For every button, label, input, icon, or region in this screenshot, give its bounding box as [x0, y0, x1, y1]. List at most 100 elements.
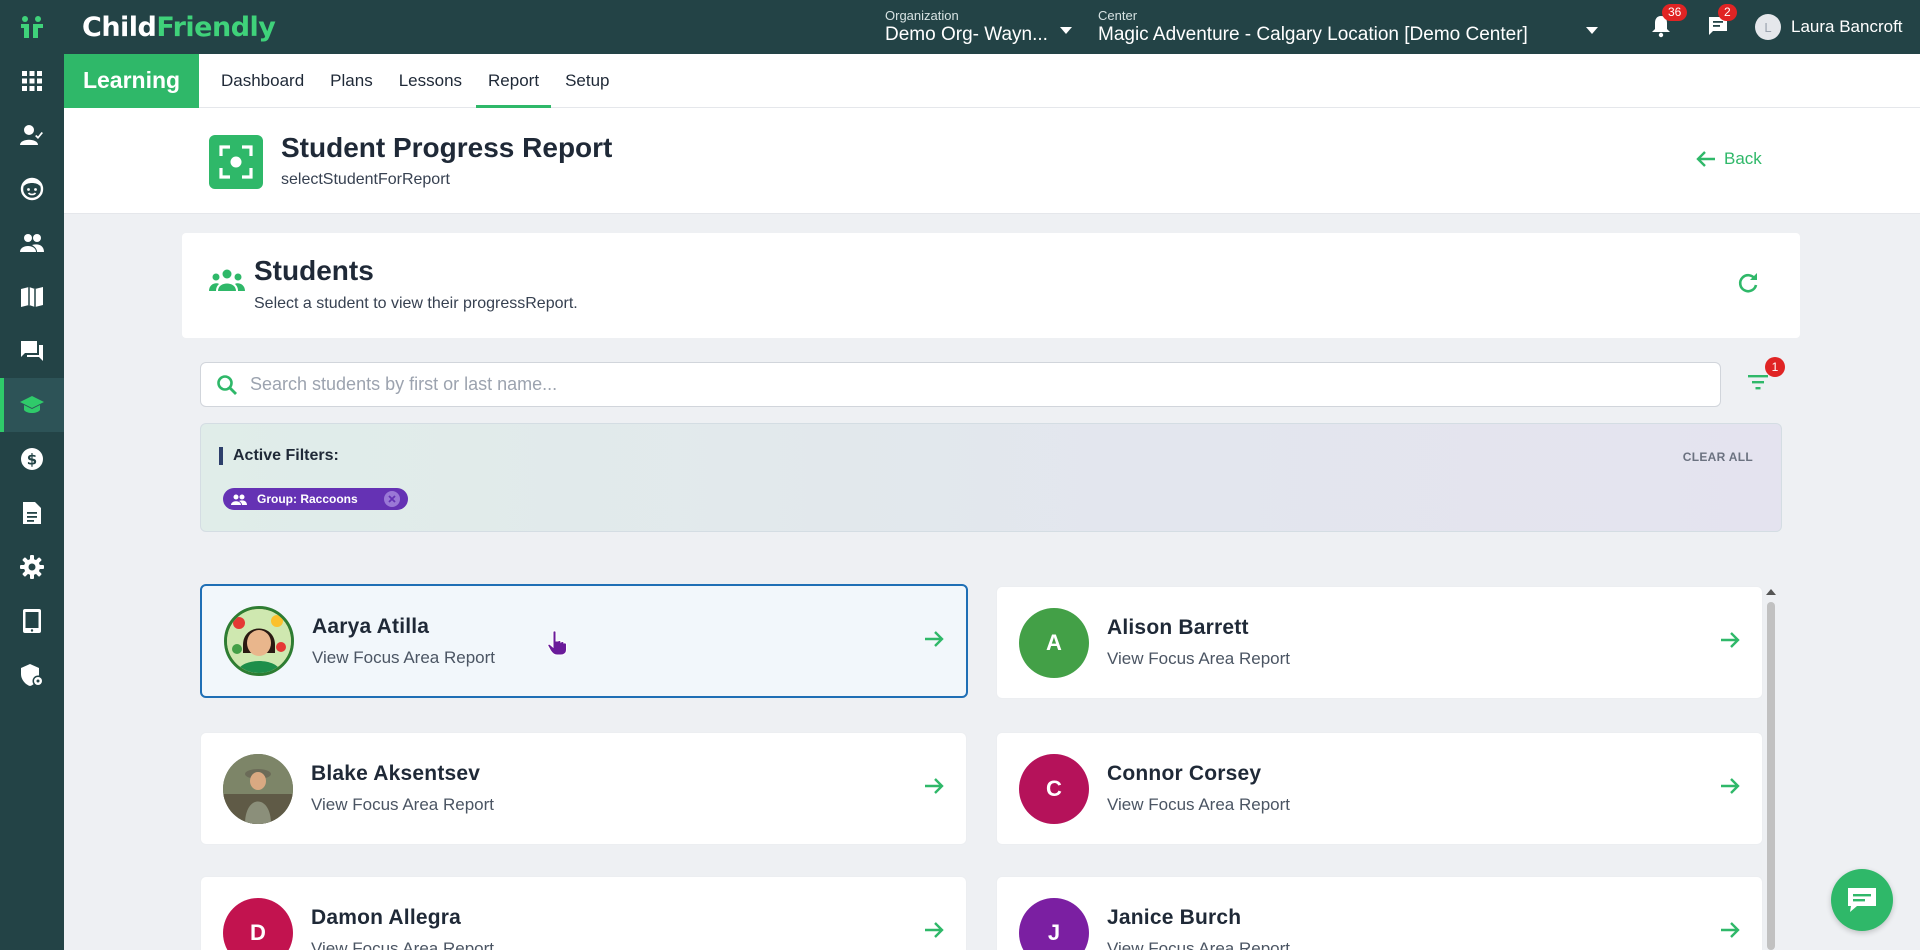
notifications-button[interactable]: 36 [1650, 4, 1688, 43]
student-name: Connor Corsey [1107, 762, 1262, 785]
dollar-icon: $ [21, 448, 43, 470]
student-card-aarya-atilla[interactable]: Aarya Atilla View Focus Area Report [200, 584, 968, 698]
group-icon [209, 269, 245, 298]
apps-grid-icon [22, 71, 42, 91]
people-icon [20, 234, 44, 252]
sidebar-item-admin[interactable] [0, 648, 64, 702]
document-icon [23, 502, 41, 524]
student-photo [224, 606, 294, 676]
student-report-link: View Focus Area Report [1107, 939, 1290, 950]
student-report-link: View Focus Area Report [311, 939, 494, 950]
student-name: Alison Barrett [1107, 616, 1249, 639]
students-section-header: Students Select a student to view their … [182, 233, 1800, 338]
arrow-right-icon [925, 778, 944, 794]
tab-report[interactable]: Report [476, 54, 552, 108]
logo-text-part2: Friendly [156, 11, 276, 43]
student-initial-avatar: D [223, 897, 293, 950]
active-filters-panel: Active Filters: CLEAR ALL Group: Raccoon… [200, 423, 1782, 532]
student-name: Janice Burch [1107, 906, 1242, 929]
arrow-right-icon [925, 631, 944, 647]
student-card-connor-corsey[interactable]: C Connor Corsey View Focus Area Report [996, 732, 1763, 845]
app-logo-text[interactable]: ChildFriendly [82, 11, 276, 43]
arrow-left-icon [1696, 151, 1715, 167]
school-cap-icon [20, 396, 44, 413]
messages-badge: 2 [1718, 4, 1737, 21]
tab-lessons[interactable]: Lessons [387, 54, 474, 108]
forum-chat-icon [21, 341, 43, 361]
student-photo [223, 753, 293, 824]
organization-selector[interactable]: Organization Demo Org- Wayn... [885, 9, 1048, 47]
student-initial-avatar: J [1019, 897, 1089, 950]
student-initial-avatar: A [1019, 607, 1089, 678]
sidebar-item-learning[interactable] [0, 378, 64, 432]
arrow-right-icon [1721, 922, 1740, 938]
sidebar: $ [0, 54, 64, 950]
student-report-link: View Focus Area Report [1107, 795, 1290, 814]
sidebar-item-attendance[interactable] [0, 108, 64, 162]
filter-chip-label: Group: Raccoons [257, 492, 358, 506]
search-input[interactable] [250, 374, 1650, 395]
close-icon [388, 495, 396, 503]
top-bar: ChildFriendly Organization Demo Org- Way… [0, 0, 1920, 54]
organization-value: Demo Org- Wayn... [885, 24, 1048, 45]
center-selector[interactable]: Center Magic Adventure - Calgary Locatio… [1098, 9, 1528, 47]
hand-pointer-icon [547, 630, 567, 661]
sidebar-item-curriculum[interactable] [0, 270, 64, 324]
settings-gear-icon [20, 555, 44, 579]
student-name: Damon Allegra [311, 906, 462, 929]
child-face-icon [20, 177, 44, 201]
filter-count-badge: 1 [1765, 357, 1785, 377]
center-value: Magic Adventure - Calgary Location [Demo… [1098, 24, 1528, 45]
refresh-icon [1738, 273, 1758, 293]
active-filters-label: Active Filters: [219, 447, 339, 465]
logo-text-part1: Child [82, 11, 157, 43]
student-card-janice-burch[interactable]: J Janice Burch View Focus Area Report [996, 876, 1763, 950]
student-card-blake-aksentsev[interactable]: Blake Aksentsev View Focus Area Report [200, 732, 967, 845]
sidebar-item-billing[interactable]: $ [0, 432, 64, 486]
center-dropdown-icon[interactable] [1586, 22, 1598, 40]
student-initial-avatar: C [1019, 753, 1089, 824]
module-nav: Learning Dashboard Plans Lessons Report … [64, 53, 1920, 108]
student-card-damon-allegra[interactable]: D Damon Allegra View Focus Area Report [200, 876, 967, 950]
sidebar-item-people[interactable] [0, 216, 64, 270]
sidebar-item-messaging[interactable] [0, 324, 64, 378]
student-card-alison-barrett[interactable]: A Alison Barrett View Focus Area Report [996, 586, 1763, 699]
tab-plans[interactable]: Plans [318, 54, 385, 108]
admin-shield-icon [21, 664, 44, 687]
report-scan-icon [209, 135, 263, 189]
user-menu[interactable]: L Laura Bancroft [1755, 14, 1903, 40]
sidebar-item-settings[interactable] [0, 540, 64, 594]
filter-icon [1748, 375, 1768, 390]
back-label: Back [1724, 149, 1762, 168]
page-header: Student Progress Report selectStudentFor… [64, 108, 1920, 214]
messages-button[interactable]: 2 [1706, 4, 1737, 43]
app-logo-icon[interactable] [0, 0, 64, 54]
section-title: Students [254, 255, 374, 286]
organization-dropdown-icon[interactable] [1060, 22, 1072, 40]
sidebar-item-children[interactable] [0, 162, 64, 216]
sidebar-item-apps[interactable] [0, 54, 64, 108]
tab-dashboard[interactable]: Dashboard [209, 54, 316, 108]
scroll-up-icon[interactable] [1764, 586, 1778, 598]
support-chat-button[interactable] [1831, 869, 1893, 931]
student-report-link: View Focus Area Report [1107, 649, 1290, 668]
module-title[interactable]: Learning [64, 53, 199, 108]
clear-all-button[interactable]: CLEAR ALL [1683, 450, 1753, 464]
filter-button[interactable] [1746, 372, 1770, 397]
student-list: Aarya Atilla View Focus Area Report A Al… [200, 584, 1765, 950]
tab-setup[interactable]: Setup [553, 54, 621, 108]
remove-filter-button[interactable] [383, 491, 400, 507]
list-scrollbar[interactable] [1764, 584, 1778, 950]
person-check-icon [20, 125, 43, 145]
scroll-thumb[interactable] [1767, 602, 1775, 950]
svg-text:$: $ [27, 451, 37, 469]
sidebar-item-documents[interactable] [0, 486, 64, 540]
arrow-right-icon [1721, 632, 1740, 648]
page-title: Student Progress Report [281, 132, 613, 163]
sidebar-item-tablet[interactable] [0, 594, 64, 648]
refresh-button[interactable] [1737, 272, 1759, 299]
tablet-icon [23, 609, 41, 633]
center-label: Center [1098, 8, 1138, 23]
back-button[interactable]: Back [1696, 149, 1762, 169]
student-report-link: View Focus Area Report [311, 795, 494, 814]
